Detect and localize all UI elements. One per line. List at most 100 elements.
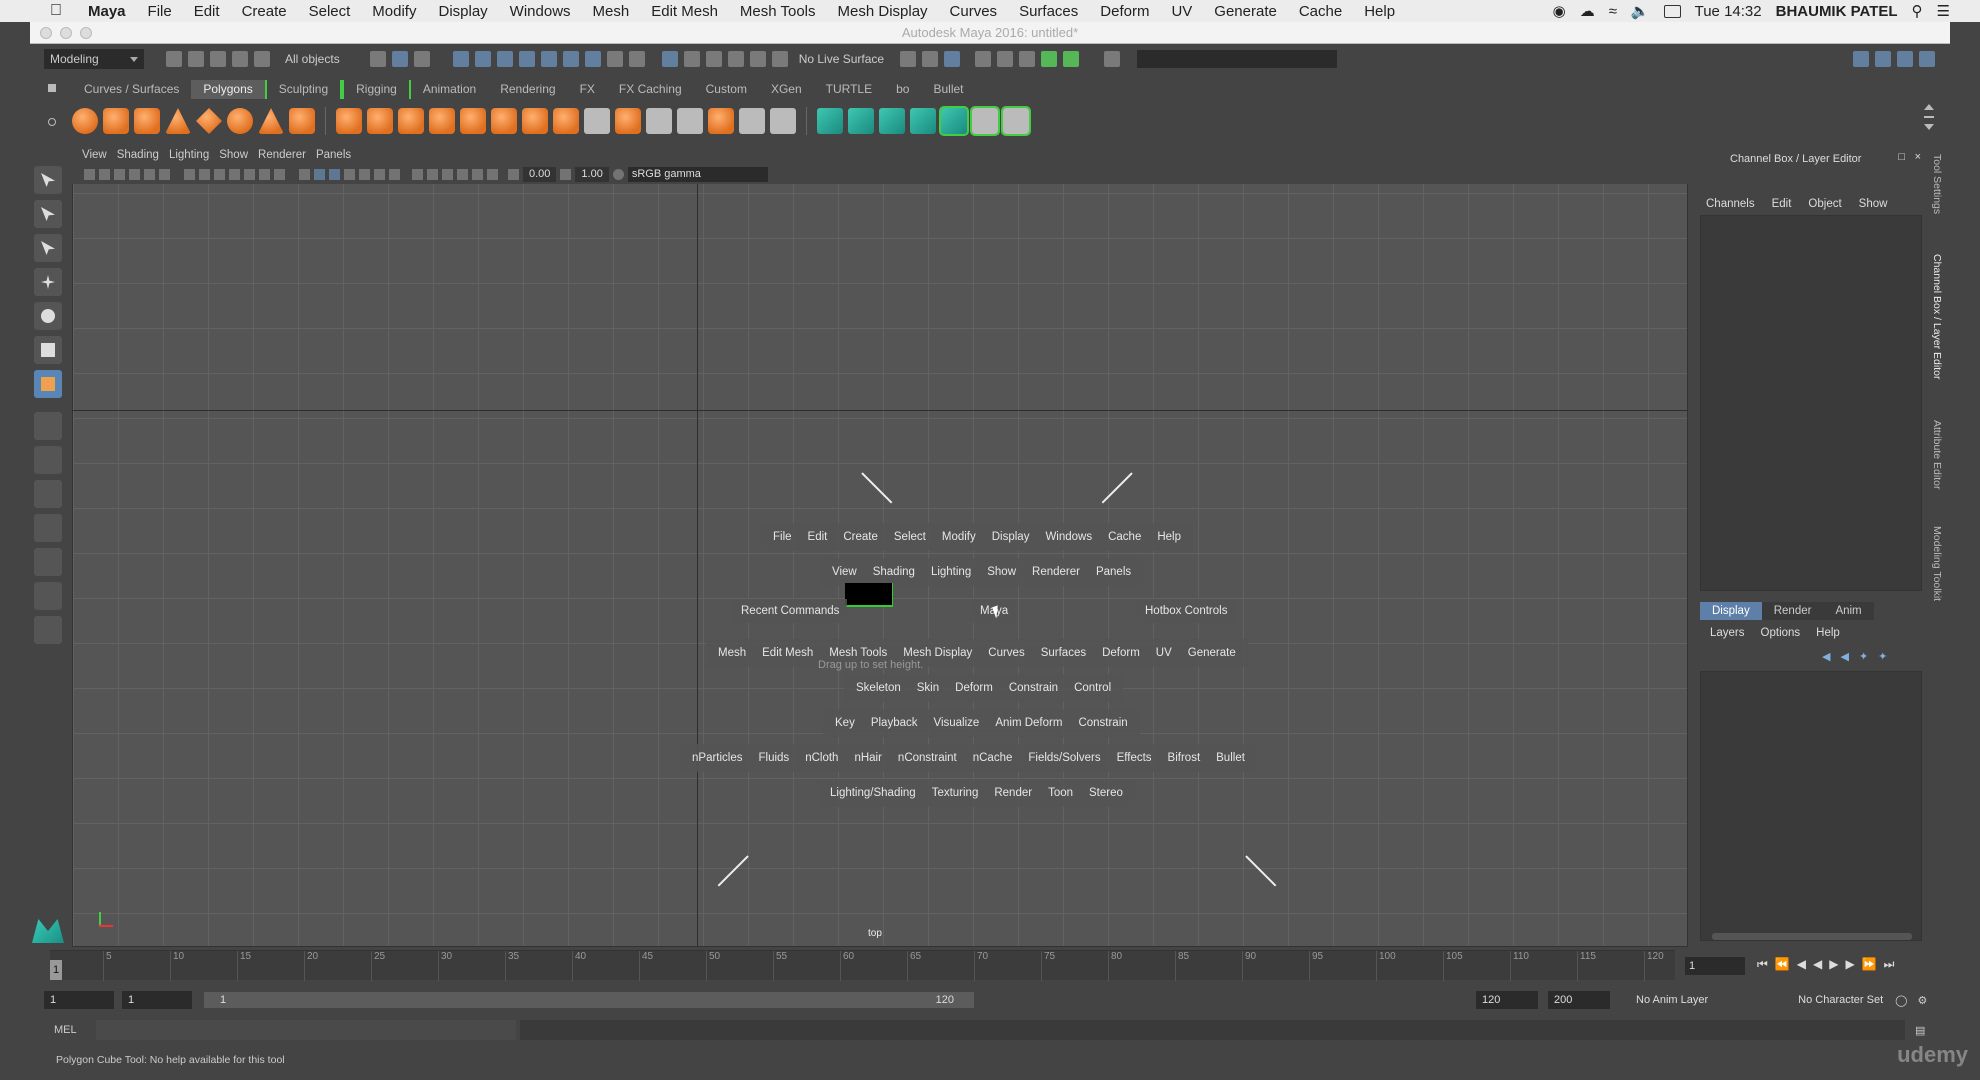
anim-prefs-icon[interactable]: ⚙ bbox=[1917, 994, 1927, 1007]
hotbox-uv[interactable]: UV bbox=[1148, 647, 1180, 659]
gamma-field[interactable]: 1.00 bbox=[575, 166, 609, 182]
hotbox-bullet[interactable]: Bullet bbox=[1208, 752, 1253, 764]
side-tab-attribute-editor[interactable]: Attribute Editor bbox=[1931, 420, 1943, 489]
render-region-icon[interactable] bbox=[900, 51, 917, 67]
layout-persp-outliner-icon[interactable] bbox=[34, 480, 62, 508]
dof-icon[interactable] bbox=[442, 168, 453, 180]
hotbox-height-handle[interactable] bbox=[845, 583, 893, 607]
render-view-icon[interactable] bbox=[1019, 51, 1036, 67]
hotbox-toon[interactable]: Toon bbox=[1040, 787, 1081, 799]
hotbox-show[interactable]: Show bbox=[979, 566, 1024, 578]
current-frame-field[interactable]: 1 bbox=[1685, 957, 1745, 975]
cloud-icon[interactable]: ☁ bbox=[1580, 2, 1595, 20]
time-slider[interactable]: 5 10 15 20 25 30 35 40 45 50 55 60 65 70… bbox=[50, 950, 1675, 981]
ao-icon[interactable] bbox=[389, 168, 400, 180]
menu-help[interactable]: Help bbox=[1364, 3, 1395, 20]
snap-grid-icon[interactable] bbox=[452, 51, 469, 67]
play-backward-icon[interactable]: ◀ bbox=[1813, 957, 1822, 972]
poly-plane-icon[interactable] bbox=[196, 108, 222, 134]
hotbox-controls[interactable]: Hotbox Controls bbox=[1137, 599, 1236, 623]
snap-view-icon[interactable] bbox=[518, 51, 535, 67]
hotbox-create[interactable]: Create bbox=[835, 531, 886, 543]
hotbox-modify[interactable]: Modify bbox=[934, 531, 984, 543]
command-search-field[interactable] bbox=[1137, 50, 1338, 68]
hotbox-panels[interactable]: Panels bbox=[1088, 566, 1139, 578]
cb-menu-show[interactable]: Show bbox=[1859, 198, 1888, 210]
hotbox-key[interactable]: Key bbox=[827, 717, 863, 729]
bullet-rigid-icon[interactable] bbox=[939, 106, 969, 136]
color-space-dropdown[interactable]: sRGB gamma bbox=[627, 166, 768, 182]
panel-menu-view[interactable]: View bbox=[82, 149, 107, 161]
hotbox-stereo[interactable]: Stereo bbox=[1081, 787, 1131, 799]
hotbox-visualize[interactable]: Visualize bbox=[926, 717, 988, 729]
layout-persp-graph-icon[interactable] bbox=[34, 514, 62, 542]
move-layer-up-icon[interactable]: ◀ bbox=[1822, 650, 1830, 663]
combine-icon[interactable] bbox=[336, 108, 362, 134]
layer-editor-area[interactable] bbox=[1700, 671, 1922, 941]
select-component-icon[interactable] bbox=[413, 51, 430, 67]
menu-edit[interactable]: Edit bbox=[194, 3, 220, 20]
panel-menu-shading[interactable]: Shading bbox=[117, 149, 159, 161]
layout-hypershade-icon[interactable] bbox=[34, 548, 62, 576]
step-forward-frame-icon[interactable]: ▶ bbox=[1845, 957, 1854, 972]
hotbox-anim-deform[interactable]: Anim Deform bbox=[987, 717, 1070, 729]
hotbox-renderer[interactable]: Renderer bbox=[1024, 566, 1088, 578]
side-tab-channel-box[interactable]: Channel Box / Layer Editor bbox=[1931, 254, 1943, 380]
snap-curve-icon[interactable] bbox=[474, 51, 491, 67]
bevel-icon[interactable] bbox=[553, 108, 579, 134]
magnet-icon[interactable] bbox=[661, 51, 678, 67]
tab-turtle[interactable]: TURTLE bbox=[814, 80, 884, 99]
2d-pan-icon[interactable] bbox=[144, 168, 155, 180]
hotbox-constrain-rig[interactable]: Constrain bbox=[1001, 682, 1066, 694]
apple-icon[interactable]:  bbox=[50, 2, 74, 20]
isolate-icon[interactable] bbox=[457, 168, 468, 180]
close-window-button[interactable] bbox=[40, 27, 52, 39]
shadows-icon[interactable] bbox=[374, 168, 385, 180]
cb-menu-object[interactable]: Object bbox=[1808, 198, 1841, 210]
layout-outliner-icon[interactable] bbox=[1919, 51, 1935, 67]
hotbox-fields-solvers[interactable]: Fields/Solvers bbox=[1020, 752, 1108, 764]
hotbox-skin[interactable]: Skin bbox=[909, 682, 947, 694]
wireframe-on-shaded-icon[interactable] bbox=[329, 168, 340, 180]
hotbox-fluids[interactable]: Fluids bbox=[751, 752, 798, 764]
film-gate-icon[interactable] bbox=[199, 168, 210, 180]
panel-menu-panels[interactable]: Panels bbox=[316, 149, 351, 161]
range-slider[interactable]: 1 120 bbox=[204, 992, 974, 1008]
poly-sphere-icon[interactable] bbox=[72, 108, 98, 134]
lights-icon[interactable] bbox=[359, 168, 370, 180]
menu-mesh[interactable]: Mesh bbox=[593, 3, 630, 20]
hotbox-ncache[interactable]: nCache bbox=[965, 752, 1021, 764]
select-hierarchy-icon[interactable] bbox=[369, 51, 386, 67]
snap-live-icon[interactable] bbox=[562, 51, 579, 67]
volume-icon[interactable]: 🔈 bbox=[1631, 2, 1650, 20]
hotbox-texturing[interactable]: Texturing bbox=[924, 787, 987, 799]
menu-edit-mesh[interactable]: Edit Mesh bbox=[651, 3, 718, 20]
hotbox-generate[interactable]: Generate bbox=[1180, 647, 1244, 659]
cb-menu-channels[interactable]: Channels bbox=[1706, 198, 1755, 210]
hypershade-icon[interactable] bbox=[997, 51, 1014, 67]
tab-anim-layers[interactable]: Anim bbox=[1823, 602, 1874, 620]
tab-sculpting[interactable]: Sculpting bbox=[264, 80, 343, 99]
boolean-icon[interactable] bbox=[460, 108, 486, 134]
menu-uv[interactable]: UV bbox=[1171, 3, 1192, 20]
bullet-constraint-icon[interactable] bbox=[1001, 106, 1031, 136]
current-frame-marker[interactable]: 1 bbox=[50, 960, 62, 980]
render-settings-icon[interactable] bbox=[975, 51, 992, 67]
menu-create[interactable]: Create bbox=[242, 3, 287, 20]
poly-pyramid-icon[interactable] bbox=[258, 108, 284, 134]
tab-polygons[interactable]: Polygons bbox=[191, 80, 265, 99]
snap-point-icon[interactable] bbox=[496, 51, 513, 67]
hotbox-ncloth[interactable]: nCloth bbox=[797, 752, 846, 764]
render-frame-icon[interactable] bbox=[922, 51, 939, 67]
safe-title-icon[interactable] bbox=[274, 168, 285, 180]
reset-transforms-icon[interactable] bbox=[910, 108, 936, 134]
side-tab-modeling-toolkit[interactable]: Modeling Toolkit bbox=[1931, 526, 1943, 601]
menu-surfaces[interactable]: Surfaces bbox=[1019, 3, 1078, 20]
zoom-window-button[interactable] bbox=[80, 27, 92, 39]
history-icon[interactable] bbox=[584, 51, 601, 67]
app-menu[interactable]: Maya bbox=[88, 3, 126, 20]
hotbox-lighting-shading[interactable]: Lighting/Shading bbox=[822, 787, 924, 799]
tab-fx[interactable]: FX bbox=[568, 80, 607, 99]
gate-mask-icon[interactable] bbox=[229, 168, 240, 180]
battery-icon[interactable] bbox=[1663, 4, 1681, 18]
